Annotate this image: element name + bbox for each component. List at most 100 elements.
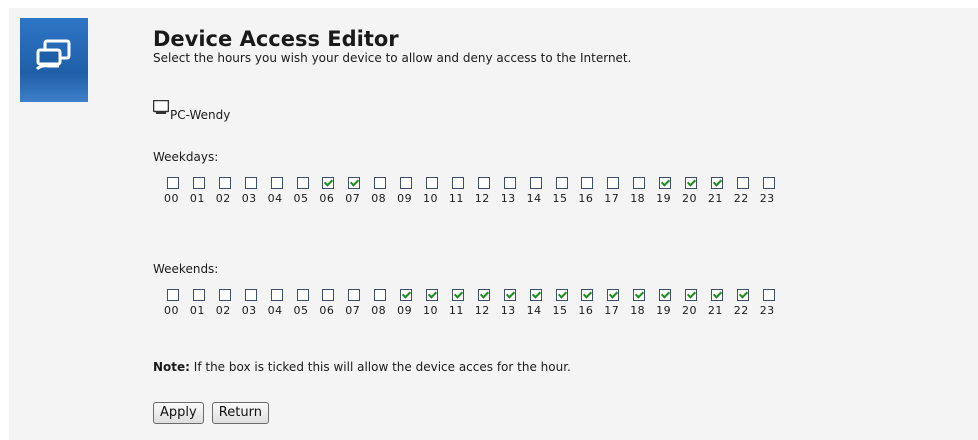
- weekends-hour-11-checkbox[interactable]: [451, 289, 464, 301]
- note-text: Note: If the box is ticked this will all…: [153, 360, 571, 374]
- weekdays-hour-08-checkbox[interactable]: [374, 177, 387, 189]
- weekdays-hour-13-checkbox[interactable]: [503, 177, 516, 189]
- weekends-hour-13-label: 13: [500, 304, 516, 317]
- note-label: Note:: [153, 360, 190, 374]
- weekends-hour-15-checkbox[interactable]: [555, 289, 568, 301]
- weekends-hour-12-label: 12: [474, 304, 490, 317]
- weekends-hour-17-label: 17: [604, 304, 620, 317]
- weekdays-hour-23-label: 23: [759, 192, 775, 205]
- weekdays-hour-23-checkbox[interactable]: [762, 177, 775, 189]
- weekdays-hour-01-checkbox[interactable]: [192, 177, 205, 189]
- weekdays-hour-14-checkbox[interactable]: [529, 177, 542, 189]
- weekdays-hour-12-label: 12: [474, 192, 490, 205]
- weekends-hour-16-label: 16: [578, 304, 594, 317]
- weekends-hour-02-label: 02: [215, 304, 231, 317]
- weekdays-hour-11-checkbox[interactable]: [451, 177, 464, 189]
- weekends-hour-10-checkbox[interactable]: [426, 289, 438, 301]
- weekdays-hour-21-label: 21: [707, 192, 723, 205]
- weekdays-hour-15-label: 15: [552, 192, 568, 205]
- weekends-hour-09-checkbox[interactable]: [400, 289, 413, 301]
- weekdays-hour-00-label: 00: [164, 192, 179, 205]
- weekends-hour-18-checkbox[interactable]: [633, 289, 646, 301]
- weekdays-hour-17-checkbox[interactable]: [607, 177, 620, 189]
- weekends-hour-20-checkbox[interactable]: [685, 289, 697, 301]
- weekends-hour-10-label: 10: [423, 304, 438, 317]
- weekdays-hour-16-label: 16: [578, 192, 594, 205]
- weekends-hour-15-label: 15: [552, 304, 568, 317]
- weekends-hour-12-checkbox[interactable]: [477, 289, 490, 301]
- weekdays-hour-19-label: 19: [656, 192, 672, 205]
- weekends-hour-06-checkbox[interactable]: [322, 289, 335, 301]
- weekdays-hour-18-checkbox[interactable]: [633, 177, 646, 189]
- weekends-hour-05-checkbox[interactable]: [296, 289, 309, 301]
- weekdays-hour-13-label: 13: [500, 192, 516, 205]
- weekends-hour-22-checkbox[interactable]: [736, 289, 749, 301]
- weekends-hour-09-label: 09: [397, 304, 413, 317]
- weekdays-hour-09-label: 09: [397, 192, 413, 205]
- devices-section-icon-box: [20, 18, 88, 102]
- weekdays-hour-04-checkbox[interactable]: [270, 177, 283, 189]
- weekends-hour-13-checkbox[interactable]: [503, 289, 516, 301]
- weekdays-hour-20-checkbox[interactable]: [685, 177, 697, 189]
- weekends-hour-18-label: 18: [630, 304, 646, 317]
- weekdays-hour-21-checkbox[interactable]: [710, 177, 723, 189]
- weekends-hour-06-label: 06: [319, 304, 335, 317]
- weekends-hour-04-label: 04: [267, 304, 283, 317]
- weekends-hour-05-label: 05: [293, 304, 309, 317]
- weekends-hour-01-checkbox[interactable]: [192, 289, 205, 301]
- weekends-hour-23-label: 23: [759, 304, 775, 317]
- return-button[interactable]: Return: [211, 402, 269, 424]
- weekdays-hour-04-label: 04: [267, 192, 283, 205]
- weekdays-hour-01-label: 01: [189, 192, 205, 205]
- content-panel: [9, 8, 978, 440]
- page-title: Device Access Editor: [153, 27, 399, 51]
- weekends-hour-08-label: 08: [371, 304, 387, 317]
- apply-button[interactable]: Apply: [153, 402, 204, 424]
- weekends-hour-00-checkbox[interactable]: [167, 289, 179, 301]
- weekdays-hour-16-checkbox[interactable]: [581, 177, 594, 189]
- weekdays-hour-10-checkbox[interactable]: [426, 177, 438, 189]
- weekends-hour-07-label: 07: [345, 304, 361, 317]
- weekdays-hour-06-checkbox[interactable]: [322, 177, 335, 189]
- weekdays-hour-10-label: 10: [423, 192, 438, 205]
- weekends-hour-08-checkbox[interactable]: [374, 289, 387, 301]
- weekends-hour-03-checkbox[interactable]: [244, 289, 257, 301]
- weekends-hour-20-label: 20: [682, 304, 697, 317]
- weekends-hour-03-label: 03: [241, 304, 257, 317]
- weekdays-hour-07-checkbox[interactable]: [348, 177, 361, 189]
- weekdays-hour-05-checkbox[interactable]: [296, 177, 309, 189]
- weekdays-hour-09-checkbox[interactable]: [400, 177, 413, 189]
- weekends-hour-21-checkbox[interactable]: [710, 289, 723, 301]
- weekends-hour-22-label: 22: [733, 304, 749, 317]
- weekends-hour-01-label: 01: [189, 304, 205, 317]
- weekends-hour-16-checkbox[interactable]: [581, 289, 594, 301]
- weekdays-hour-03-checkbox[interactable]: [244, 177, 257, 189]
- weekdays-hour-02-checkbox[interactable]: [218, 177, 231, 189]
- weekdays-hour-19-checkbox[interactable]: [659, 177, 672, 189]
- weekends-hour-07-checkbox[interactable]: [348, 289, 361, 301]
- weekdays-hour-06-label: 06: [319, 192, 335, 205]
- weekdays-label: Weekdays:: [153, 150, 219, 164]
- weekdays-hour-11-label: 11: [448, 192, 464, 205]
- weekends-hour-14-label: 14: [526, 304, 542, 317]
- weekdays-hour-12-checkbox[interactable]: [477, 177, 490, 189]
- weekdays-hour-17-label: 17: [604, 192, 620, 205]
- weekdays-hour-22-checkbox[interactable]: [736, 177, 749, 189]
- weekends-hour-17-checkbox[interactable]: [607, 289, 620, 301]
- weekends-hour-02-checkbox[interactable]: [218, 289, 231, 301]
- weekdays-hour-00-checkbox[interactable]: [167, 177, 179, 189]
- weekdays-hour-22-label: 22: [733, 192, 749, 205]
- monitor-icon: [153, 100, 169, 114]
- weekends-hour-14-checkbox[interactable]: [529, 289, 542, 301]
- weekends-hour-23-checkbox[interactable]: [762, 289, 775, 301]
- weekdays-hour-05-label: 05: [293, 192, 309, 205]
- weekends-hour-19-checkbox[interactable]: [659, 289, 672, 301]
- weekends-hour-21-label: 21: [707, 304, 723, 317]
- weekends-label: Weekends:: [153, 262, 219, 276]
- device-name: PC-Wendy: [170, 108, 231, 122]
- weekends-hour-04-checkbox[interactable]: [270, 289, 283, 301]
- weekdays-hour-15-checkbox[interactable]: [555, 177, 568, 189]
- weekdays-hour-18-label: 18: [630, 192, 646, 205]
- weekends-hour-11-label: 11: [448, 304, 464, 317]
- weekdays-hour-02-label: 02: [215, 192, 231, 205]
